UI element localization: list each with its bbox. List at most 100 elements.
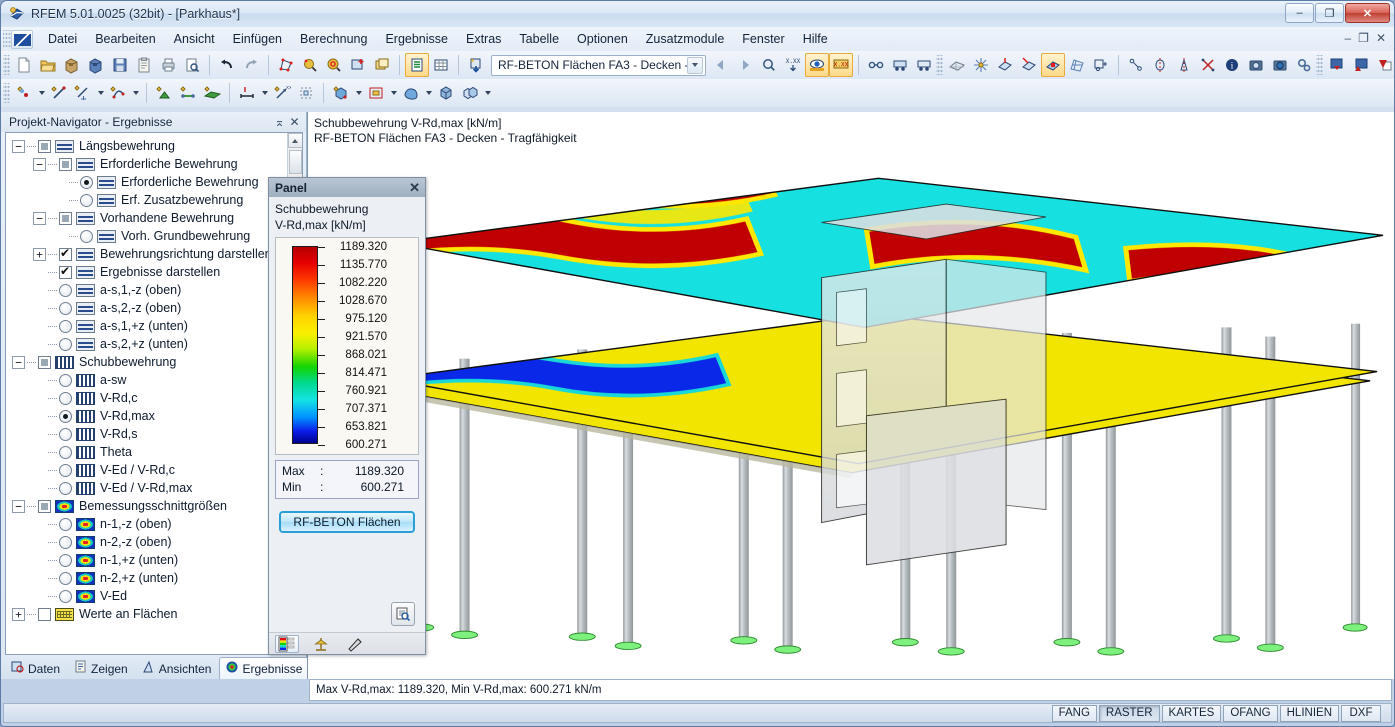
zoom-circle-icon[interactable]	[322, 53, 346, 77]
collapse-icon[interactable]: −	[33, 157, 46, 171]
tree-radio-v-rd-s[interactable]	[59, 427, 72, 441]
menu-item-tabelle[interactable]: Tabelle	[510, 29, 568, 49]
camera-settings-icon[interactable]	[1244, 53, 1268, 77]
new-opening-icon[interactable]	[364, 81, 388, 105]
new-polyline-icon[interactable]	[106, 81, 130, 105]
tree-item-laengsbewehrung[interactable]: − Längsbewehrung	[12, 137, 287, 155]
new-solid-icon[interactable]	[329, 81, 353, 105]
mirror-plane-icon[interactable]	[1172, 53, 1196, 77]
tree-item-vorh-grundbewehrung[interactable]: Vorh. Grundbewehrung	[12, 227, 287, 245]
results-tree[interactable]: − Längsbewehrung − Erforderliche Bewehrung E…	[6, 133, 287, 654]
sidebar-item-ergebnisse[interactable]: Ergebnisse	[219, 657, 311, 679]
new-copy-dropdown[interactable]	[482, 81, 493, 105]
tree-checkbox-laengsbewehrung[interactable]	[38, 139, 51, 153]
tree-item-bewehrungsrichtung-darstellen[interactable]: + Bewehrungsrichtung darstellen	[12, 245, 287, 263]
menu-item-ansicht[interactable]: Ansicht	[165, 29, 224, 49]
zoom-point-icon[interactable]	[298, 53, 322, 77]
new-area-load-icon[interactable]	[294, 81, 318, 105]
collapse-icon[interactable]: −	[33, 211, 46, 225]
expand-icon[interactable]: +	[12, 607, 25, 621]
toolbar-grip-1[interactable]	[3, 55, 10, 75]
tree-item-n2-z-oben[interactable]: n-2,-z (oben)	[12, 533, 287, 551]
tree-item-as2-z-oben[interactable]: a-s,2,-z (oben)	[12, 299, 287, 317]
print-preview-icon[interactable]	[180, 53, 204, 77]
tree-item-n1-pz-unten[interactable]: n-1,+z (unten)	[12, 551, 287, 569]
tree-checkbox-bewehrungsrichtung-darstellen[interactable]	[59, 246, 72, 261]
status-cell-ofang[interactable]: OFANG	[1223, 704, 1278, 722]
redo-icon[interactable]	[239, 53, 263, 77]
menu-item-datei[interactable]: Datei	[39, 29, 86, 49]
member-load-dropdown[interactable]	[259, 81, 270, 105]
toolbar-grip-2[interactable]	[936, 55, 943, 75]
tree-item-a-sw[interactable]: a-sw	[12, 371, 287, 389]
tree-radio-erforderliche-bewehrung[interactable]	[80, 175, 93, 189]
tree-item-as1-z-oben[interactable]: a-s,1,-z (oben)	[12, 281, 287, 299]
tree-radio-n2-z-oben[interactable]	[59, 535, 72, 549]
dimension-icon[interactable]	[1124, 53, 1148, 77]
tree-item-vorhandene-bewehrung[interactable]: − Vorhandene Bewehrung	[12, 209, 287, 227]
new-polyline-dropdown[interactable]	[130, 81, 141, 105]
tree-checkbox-werte-an-flaechen[interactable]	[38, 607, 51, 621]
new-cube-icon[interactable]	[434, 81, 458, 105]
magnify-result-icon[interactable]	[757, 53, 781, 77]
mirror-circle-icon[interactable]	[1148, 53, 1172, 77]
new-copy-icon[interactable]	[458, 81, 482, 105]
select-window-icon[interactable]	[346, 53, 370, 77]
new-node-dropdown[interactable]	[36, 81, 47, 105]
render-model-icon[interactable]	[274, 53, 298, 77]
sidebar-item-zeigen[interactable]: Zeigen	[68, 657, 136, 679]
maximize-button[interactable]: ❐	[1315, 3, 1344, 23]
mdi-minimize-button[interactable]: –	[1344, 31, 1351, 45]
close-button[interactable]: ✕	[1345, 3, 1390, 23]
new-node-icon[interactable]	[12, 81, 36, 105]
photo-icon[interactable]	[1268, 53, 1292, 77]
status-cell-raster[interactable]: RASTER	[1098, 704, 1160, 722]
glasses-icon[interactable]	[864, 53, 888, 77]
results-case-combo[interactable]: RF-BETON Flächen FA3 - Decken - Trag	[491, 54, 706, 76]
tree-radio-theta[interactable]	[59, 445, 72, 459]
close-icon[interactable]: ✕	[287, 115, 302, 129]
tree-radio-as2-pz-unten[interactable]	[59, 337, 72, 351]
tree-radio-ved-vrdmax[interactable]	[59, 481, 72, 495]
menu-item-extras[interactable]: Extras	[457, 29, 510, 49]
train-load2-icon[interactable]	[912, 53, 936, 77]
color-legend[interactable]: 1189.320 1135.770 1082.220 1028.670 975.…	[275, 237, 419, 455]
close-icon[interactable]: ✕	[407, 180, 422, 196]
cross-snap-icon[interactable]	[1196, 53, 1220, 77]
menu-item-ergebnisse[interactable]: Ergebnisse	[376, 29, 457, 49]
tree-item-schubbewehrung[interactable]: − Schubbewehrung	[12, 353, 287, 371]
tree-checkbox-ergebnisse-darstellen[interactable]	[59, 264, 72, 279]
tree-radio-as1-z-oben[interactable]	[59, 283, 72, 297]
status-cell-kartes[interactable]: KARTES	[1161, 704, 1222, 722]
tree-checkbox-schubbewehrung[interactable]	[38, 355, 51, 369]
new-support-icon[interactable]	[152, 81, 176, 105]
tree-item-erf-zusatzbewehrung[interactable]: Erf. Zusatzbewehrung	[12, 191, 287, 209]
menu-grip[interactable]	[3, 30, 11, 48]
table-grid-icon[interactable]	[429, 53, 453, 77]
new-surface-icon[interactable]	[200, 81, 224, 105]
tree-item-n2-pz-unten[interactable]: n-2,+z (unten)	[12, 569, 287, 587]
tree-radio-a-sw[interactable]	[59, 373, 72, 387]
collapse-icon[interactable]: −	[12, 499, 25, 513]
panel-tab-filter[interactable]	[343, 635, 367, 653]
new-line-icon[interactable]	[47, 81, 71, 105]
tree-radio-as2-z-oben[interactable]	[59, 301, 72, 315]
new-blob-icon[interactable]	[399, 81, 423, 105]
tree-item-werte-an-flaechen[interactable]: + Werte an Flächen	[12, 605, 287, 623]
new-nodal-load-icon[interactable]: xx	[270, 81, 294, 105]
info-icon[interactable]: i	[1220, 53, 1244, 77]
tree-item-erforderliche-bewehrung[interactable]: Erforderliche Bewehrung	[12, 173, 287, 191]
toolbar-grip-3[interactable]	[1316, 55, 1323, 75]
next-case-icon[interactable]	[733, 53, 757, 77]
mdi-close-button[interactable]: ✕	[1376, 31, 1386, 45]
clipboard-icon[interactable]	[132, 53, 156, 77]
train-load-icon[interactable]	[888, 53, 912, 77]
prev-case-icon[interactable]	[709, 53, 733, 77]
section-icon[interactable]	[1089, 53, 1113, 77]
tree-item-v-rd-c[interactable]: V-Rd,c	[12, 389, 287, 407]
print-icon[interactable]	[156, 53, 180, 77]
zoom-result-icon[interactable]	[391, 602, 415, 626]
status-cell-dxf[interactable]: DXF	[1341, 704, 1381, 722]
new-blob-dropdown[interactable]	[423, 81, 434, 105]
tree-item-as1-pz-unten[interactable]: a-s,1,+z (unten)	[12, 317, 287, 335]
